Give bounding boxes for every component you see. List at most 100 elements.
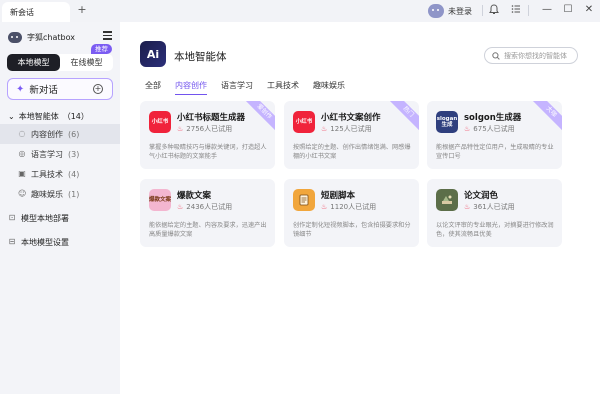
plus-circle-icon: +	[93, 84, 103, 94]
divider	[528, 5, 529, 16]
sidebar-item-label: 内容创作	[31, 129, 63, 139]
maximize-button[interactable]: ☐	[561, 3, 575, 17]
tab-all[interactable]: 全部	[145, 80, 161, 95]
card-uses-label: 125人已试用	[330, 125, 372, 133]
minimize-button[interactable]: —	[540, 3, 554, 17]
sidebar-item-fun[interactable]: ☺ 趣味娱乐 (1)	[0, 184, 120, 204]
recommend-badge: 推荐	[91, 44, 112, 54]
mode-switch: 本地模型 在线模型	[7, 54, 113, 71]
sidebar-item-label: 工具技术	[31, 169, 63, 179]
sparkle-icon: ✦	[16, 83, 25, 95]
card-uses-label: 2756人已试用	[186, 125, 233, 133]
slogan-icon: slogan生成	[436, 111, 458, 133]
agent-card-xhs-copy[interactable]: 小红书 小红书文案创作 ♨ 125人已试用 按照给定的主题、创作出情绪饱满、网感爆…	[284, 101, 419, 169]
sidebar-item-count: (6)	[68, 129, 80, 139]
flame-icon: ♨	[464, 203, 471, 211]
local-model-tab[interactable]: 本地模型	[7, 54, 60, 71]
card-uses: ♨ 2436人已试用	[177, 202, 232, 212]
flame-icon: ♨	[177, 125, 184, 133]
script-icon	[293, 189, 315, 211]
sidebar: 字狐chatbox 本地模型 在线模型 推荐 ✦ 新对话 + ⌄ 本地智能体 （…	[0, 22, 120, 394]
search-icon	[492, 51, 500, 60]
card-description: 能依据给定的主题、内容及要求，迅速产出高质量爆款文案	[149, 222, 267, 238]
bell-icon[interactable]	[488, 4, 500, 16]
tab-tools-tech[interactable]: 工具技术	[267, 80, 299, 95]
card-ribbon: 大咖	[529, 101, 562, 134]
new-chat-button[interactable]: ✦ 新对话 +	[7, 78, 113, 100]
card-uses: ♨ 675人已试用	[464, 124, 515, 134]
brand: 字狐chatbox	[8, 32, 75, 43]
search-box	[484, 47, 578, 64]
add-tab-button[interactable]: +	[76, 4, 88, 16]
flame-icon: ♨	[321, 125, 328, 133]
card-title: 小红书文案创作	[321, 113, 381, 123]
online-model-tab[interactable]: 在线模型	[60, 54, 113, 71]
smile-icon: ☺	[18, 189, 27, 198]
brand-name: 字狐chatbox	[27, 33, 75, 42]
sidebar-link-label: 模型本地部署	[21, 213, 69, 223]
agent-card-xhs-title[interactable]: 小红书 小红书标题生成器 ♨ 2756人已试用 掌握多种吸睛技巧与爆款关键词，打造…	[140, 101, 275, 169]
card-description: 以论文评审的专业眼光，对摘要进行修改润色，使其流畅且优美	[436, 222, 554, 238]
card-description: 掌握多种吸睛技巧与爆款关键词，打造超人气小红书标题的文案能手	[149, 144, 267, 160]
flame-icon: ♨	[464, 125, 471, 133]
card-ribbon: 爱创作	[242, 101, 275, 134]
tab-title: 新会话	[10, 7, 34, 17]
tab-new-chat[interactable]: 新会话	[2, 2, 70, 22]
nav-group-label: 本地智能体	[18, 112, 59, 121]
sidebar-item-language-learning[interactable]: ◎ 语言学习 (3)	[0, 144, 120, 164]
divider	[482, 5, 483, 16]
card-uses: ♨ 361人已试用	[464, 202, 515, 212]
login-status[interactable]: 未登录	[428, 3, 472, 19]
viral-copy-icon: 爆款文案	[149, 189, 171, 211]
card-uses-label: 1120人已试用	[330, 203, 377, 211]
sidebar-item-count: (1)	[68, 189, 80, 199]
close-button[interactable]: ✕	[582, 3, 596, 17]
main-panel: Ai 本地智能体 全部 内容创作 语言学习 工具技术 趣味娱乐 小红书 小红书标…	[120, 22, 600, 394]
sidebar-item-label: 语言学习	[31, 149, 63, 159]
sidebar-item-count: (4)	[68, 169, 80, 179]
card-title: 短剧脚本	[321, 191, 356, 201]
title-bar: 新会话 + 未登录 — ☐ ✕	[0, 0, 600, 22]
card-uses: ♨ 1120人已试用	[321, 202, 376, 212]
tools-icon: ▣	[18, 169, 26, 178]
card-ribbon: 热门	[386, 101, 419, 134]
list-menu-icon[interactable]	[510, 4, 522, 16]
flame-icon: ♨	[321, 203, 328, 211]
tab-fun[interactable]: 趣味娱乐	[313, 80, 345, 95]
agent-card-slogan[interactable]: slogan生成 solgon生成器 ♨ 675人已试用 能根据产品特性定位用户，…	[427, 101, 562, 169]
card-description: 创作定制化短视频脚本，包含拍摄要求和分镜细节	[293, 222, 411, 238]
card-uses: ♨ 125人已试用	[321, 124, 372, 134]
new-chat-label: 新对话	[29, 85, 58, 96]
globe-icon: ◎	[18, 149, 26, 158]
chevron-down-icon: ⌄	[8, 112, 15, 121]
card-description: 能根据产品特性定位用户，生成吸睛的专业宣传口号	[436, 144, 554, 160]
agent-card-viral-copy[interactable]: 爆款文案 爆款文案 ♨ 2436人已试用 能依据给定的主题、内容及要求，迅速产出高…	[140, 179, 275, 247]
settings-icon: ⊟	[8, 237, 16, 246]
sidebar-item-tools-tech[interactable]: ▣ 工具技术 (4)	[0, 164, 120, 184]
agent-nav: ⌄ 本地智能体 （14） ◌ 内容创作 (6) ◎ 语言学习 (3) ▣ 工具技…	[0, 109, 120, 204]
category-tabs: 全部 内容创作 语言学习 工具技术 趣味娱乐	[145, 80, 345, 95]
ai-logo-icon: Ai	[140, 41, 166, 67]
tab-language-learning[interactable]: 语言学习	[221, 80, 253, 95]
card-uses: ♨ 2756人已试用	[177, 124, 232, 134]
card-title: solgon生成器	[464, 113, 522, 123]
login-status-label: 未登录	[448, 6, 472, 16]
sidebar-item-label: 趣味娱乐	[31, 189, 63, 199]
card-title: 爆款文案	[177, 191, 212, 201]
tab-content-creation[interactable]: 内容创作	[175, 80, 207, 95]
card-uses-label: 2436人已试用	[186, 203, 233, 211]
hamburger-menu-icon[interactable]	[103, 31, 112, 40]
card-title: 论文润色	[464, 191, 499, 201]
card-title: 小红书标题生成器	[177, 113, 246, 123]
flame-icon: ♨	[177, 203, 184, 211]
agent-card-short-drama[interactable]: 短剧脚本 ♨ 1120人已试用 创作定制化短视频脚本，包含拍摄要求和分镜细节	[284, 179, 419, 247]
lightbulb-icon: ◌	[18, 129, 26, 138]
sidebar-link-local-settings[interactable]: ⊟ 本地模型设置	[0, 232, 120, 252]
sidebar-item-count: (3)	[68, 149, 80, 159]
xiaohongshu-icon: 小红书	[149, 111, 171, 133]
agent-card-paper-polish[interactable]: 论文润色 ♨ 361人已试用 以论文评审的专业眼光，对摘要进行修改润色，使其流畅且…	[427, 179, 562, 247]
sidebar-link-local-deploy[interactable]: ⊡ 模型本地部署	[0, 208, 120, 228]
search-input[interactable]	[504, 51, 574, 60]
nav-group-local-agents[interactable]: ⌄ 本地智能体 （14）	[0, 109, 120, 124]
sidebar-item-content-creation[interactable]: ◌ 内容创作 (6)	[0, 124, 120, 144]
